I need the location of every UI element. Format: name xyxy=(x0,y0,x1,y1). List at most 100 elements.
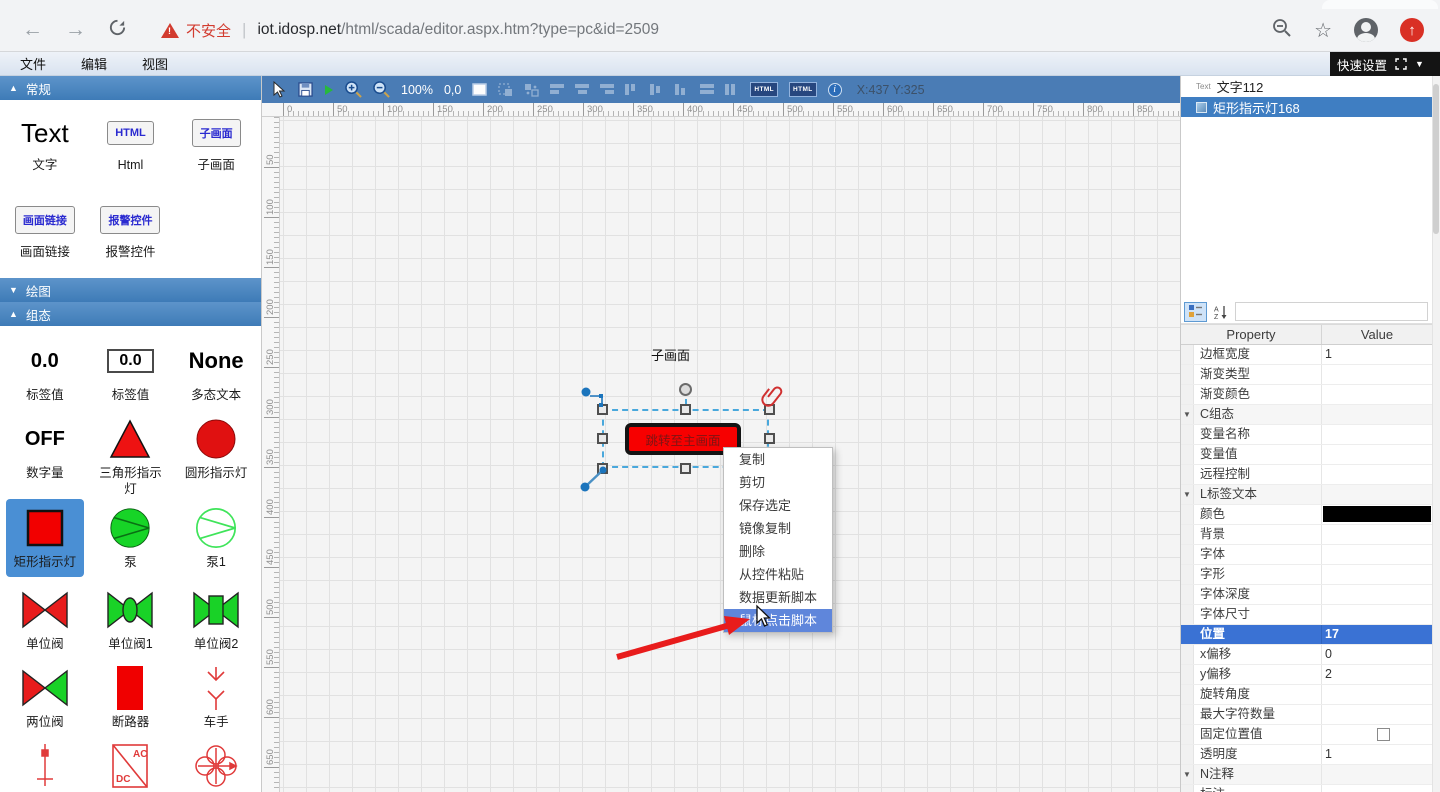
property-row[interactable]: 透明度1 xyxy=(1181,745,1432,765)
section-header-config[interactable]: ▲ 组态 xyxy=(0,302,261,326)
palette-item-screen-link[interactable]: 画面链接 画面链接 xyxy=(2,191,88,278)
canvas-size-icon[interactable] xyxy=(472,83,487,96)
property-value[interactable]: 1 xyxy=(1322,345,1432,364)
object-tree-item-text[interactable]: Text 文字112 xyxy=(1181,76,1432,97)
context-menu-item[interactable]: 删除 xyxy=(724,540,832,563)
property-filter-field[interactable] xyxy=(1235,302,1428,321)
zoom-out-page-icon[interactable] xyxy=(1272,18,1292,43)
align-left-icon[interactable] xyxy=(550,84,564,95)
quick-settings-label[interactable]: 快速设置 xyxy=(1337,55,1387,74)
section-header-general[interactable]: ▲ 常规 xyxy=(0,76,261,100)
property-value[interactable] xyxy=(1322,565,1432,584)
palette-item-dt[interactable]: DT xyxy=(173,735,259,792)
categorize-icon[interactable] xyxy=(1184,302,1207,322)
reload-icon[interactable] xyxy=(108,18,127,43)
save-icon[interactable] xyxy=(298,82,313,97)
same-height-icon[interactable] xyxy=(725,84,739,95)
forward-icon[interactable]: → xyxy=(65,18,86,42)
property-row[interactable]: 渐变颜色 xyxy=(1181,385,1432,405)
origin-value[interactable]: 0,0 xyxy=(444,83,461,97)
align-bottom-icon[interactable] xyxy=(675,84,689,95)
run-icon[interactable] xyxy=(324,84,334,96)
palette-item-triangle-indicator[interactable]: 三角形指示灯 xyxy=(88,408,174,497)
selection-handle-n[interactable] xyxy=(680,404,691,415)
property-row[interactable]: 变量名称 xyxy=(1181,425,1432,445)
design-canvas[interactable]: 子画面 跳转至主画面 复制剪切保存选定镜像复制删除从控件粘贴数据更新脚本鼠标点击… xyxy=(280,117,1180,792)
property-row[interactable]: 位置17 xyxy=(1181,625,1432,645)
subpicture-label[interactable]: 子画面 xyxy=(651,345,690,364)
export-html-icon[interactable]: HTML xyxy=(750,82,778,97)
context-menu-item[interactable]: 保存选定 xyxy=(724,494,832,517)
zoom-in-icon[interactable] xyxy=(345,81,362,98)
object-tree-item-rect-indicator[interactable]: 矩形指示灯168 xyxy=(1181,97,1432,117)
context-menu-item[interactable]: 鼠标点击脚本 xyxy=(724,609,832,632)
update-browser-icon[interactable]: ↑ xyxy=(1400,18,1424,42)
value-column-header[interactable]: Value xyxy=(1322,325,1432,344)
context-menu-item[interactable]: 从控件粘贴 xyxy=(724,563,832,586)
property-value[interactable]: 0 xyxy=(1322,645,1432,664)
zoom-out-icon[interactable] xyxy=(373,81,390,98)
property-row[interactable]: 字体深度 xyxy=(1181,585,1432,605)
property-row[interactable]: y偏移2 xyxy=(1181,665,1432,685)
align-top-icon[interactable] xyxy=(625,84,639,95)
palette-item-valve2[interactable]: 单位阀2 xyxy=(173,579,259,657)
property-value[interactable]: 2 xyxy=(1322,665,1432,684)
palette-item-tag-value-boxed[interactable]: 0.0 标签值 xyxy=(88,330,174,408)
property-row[interactable]: 边框宽度1 xyxy=(1181,345,1432,365)
panel-scrollbar-thumb[interactable] xyxy=(1433,84,1439,234)
align-center-icon[interactable] xyxy=(575,84,589,95)
property-row[interactable]: 颜色 xyxy=(1181,505,1432,525)
palette-item-digital[interactable]: OFF 数字量 xyxy=(2,408,88,497)
property-row[interactable]: 远程控制 xyxy=(1181,465,1432,485)
align-right-icon[interactable] xyxy=(600,84,614,95)
selection-handle-ne[interactable] xyxy=(764,404,775,415)
property-value[interactable]: 17 xyxy=(1322,625,1432,644)
property-row[interactable]: 标注 xyxy=(1181,785,1432,792)
property-category-row[interactable]: ▼C组态 xyxy=(1181,405,1432,425)
fit-screen-icon[interactable] xyxy=(1395,58,1407,70)
category-collapse-icon[interactable]: ▼ xyxy=(1181,485,1194,504)
property-value[interactable] xyxy=(1322,705,1432,724)
palette-item-inverter[interactable]: ACDC 逆变器 xyxy=(88,735,174,792)
selection-handle-sw[interactable] xyxy=(597,463,608,474)
property-value[interactable] xyxy=(1322,505,1432,524)
property-value[interactable] xyxy=(1322,765,1432,784)
menu-edit[interactable]: 编辑 xyxy=(81,54,107,73)
property-row[interactable]: 旋转角度 xyxy=(1181,685,1432,705)
palette-item-pump[interactable]: 泵 xyxy=(88,497,174,579)
property-value[interactable]: 1 xyxy=(1322,745,1432,764)
property-row[interactable]: 最大字符数量 xyxy=(1181,705,1432,725)
palette-item-two-way-valve[interactable]: 两位阀 xyxy=(2,657,88,735)
ungroup-icon[interactable] xyxy=(524,83,539,97)
preview-html-icon[interactable]: HTML xyxy=(789,82,817,97)
chevron-down-icon[interactable]: ▼ xyxy=(1415,59,1424,69)
url-path[interactable]: /html/scada/editor.aspx.htm?type=pc&id=2… xyxy=(341,21,659,39)
palette-item-tag-value[interactable]: 0.0 标签值 xyxy=(2,330,88,408)
property-value[interactable] xyxy=(1322,585,1432,604)
selection-handle-w[interactable] xyxy=(597,433,608,444)
browser-tab[interactable] xyxy=(1322,0,1438,9)
property-row[interactable]: 字形 xyxy=(1181,565,1432,585)
selection-handle-s[interactable] xyxy=(680,463,691,474)
category-collapse-icon[interactable]: ▼ xyxy=(1181,765,1194,784)
property-value[interactable] xyxy=(1322,605,1432,624)
selection-handle-nw[interactable] xyxy=(597,404,608,415)
property-value[interactable] xyxy=(1322,445,1432,464)
section-header-drawing[interactable]: ▼ 绘图 xyxy=(0,278,261,302)
url-host[interactable]: iot.idosp.net xyxy=(257,21,341,39)
context-menu-item[interactable]: 剪切 xyxy=(724,471,832,494)
property-row[interactable]: 渐变类型 xyxy=(1181,365,1432,385)
fixed-position-checkbox[interactable] xyxy=(1377,728,1390,741)
property-category-row[interactable]: ▼L标签文本 xyxy=(1181,485,1432,505)
palette-item-multistate-text[interactable]: None 多态文本 xyxy=(173,330,259,408)
group-icon[interactable] xyxy=(498,83,513,97)
palette-item-alarm-control[interactable]: 报警控件 报警控件 xyxy=(88,191,174,278)
select-cursor-icon[interactable] xyxy=(272,81,287,98)
color-swatch[interactable] xyxy=(1323,506,1431,522)
property-value[interactable] xyxy=(1322,465,1432,484)
property-value[interactable] xyxy=(1322,425,1432,444)
rotation-handle[interactable] xyxy=(679,383,692,396)
palette-item-breaker[interactable]: 断路器 xyxy=(88,657,174,735)
zoom-level-value[interactable]: 100% xyxy=(401,83,433,97)
palette-item-valve[interactable]: 单位阀 xyxy=(2,579,88,657)
